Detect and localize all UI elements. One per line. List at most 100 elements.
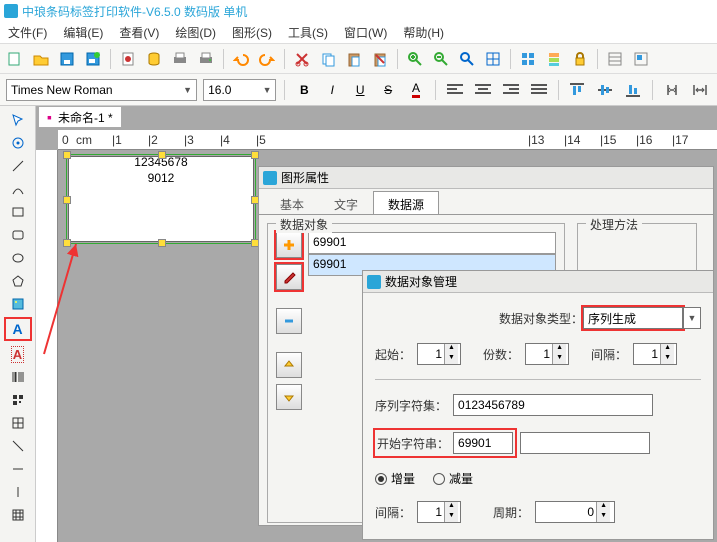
menu-tool[interactable]: 工具(S) xyxy=(280,24,336,41)
resize-handle[interactable] xyxy=(63,196,71,204)
selection-box[interactable]: 12345678 9012 xyxy=(66,154,256,244)
rect-tool[interactable] xyxy=(7,202,29,222)
valign-mid-button[interactable] xyxy=(594,79,616,101)
increment-radio[interactable]: 增量 xyxy=(375,470,415,487)
align-button[interactable] xyxy=(517,48,539,70)
pointer-tool[interactable] xyxy=(7,110,29,130)
copies-spin[interactable]: ▲▼ xyxy=(525,343,569,365)
hline-tool[interactable] xyxy=(7,459,29,479)
tab-text[interactable]: 文字 xyxy=(319,191,373,214)
data-type-dropdown-button[interactable]: ▼ xyxy=(683,307,701,329)
line-tool[interactable] xyxy=(7,156,29,176)
font-family-select[interactable]: Times New Roman ▼ xyxy=(6,79,197,101)
obj-list-button[interactable] xyxy=(604,48,626,70)
move-up-button[interactable] xyxy=(276,352,302,378)
tab-dot-icon: ▪ xyxy=(47,109,52,125)
charset-input[interactable] xyxy=(453,394,653,416)
process-legend: 处理方法 xyxy=(586,216,642,233)
align-center-button[interactable] xyxy=(472,79,494,101)
undo-button[interactable] xyxy=(230,48,252,70)
data-type-label: 数据对象类型： xyxy=(499,310,583,327)
line2-tool[interactable] xyxy=(7,436,29,456)
print-button[interactable] xyxy=(195,48,217,70)
document-tab[interactable]: ▪ 未命名-1 * xyxy=(38,106,122,128)
zoom-out-button[interactable] xyxy=(430,48,452,70)
tab-basic[interactable]: 基本 xyxy=(265,191,319,214)
resize-handle[interactable] xyxy=(251,151,259,159)
list-item[interactable]: 69901 xyxy=(308,232,556,254)
data-type-combo[interactable]: 序列生成 xyxy=(583,307,683,329)
barcode-tool[interactable] xyxy=(7,367,29,387)
font-color-button[interactable]: A xyxy=(405,79,427,101)
gap-spin[interactable]: ▲▼ xyxy=(633,343,677,365)
startstr-extra-input[interactable] xyxy=(520,432,650,454)
valign-top-button[interactable] xyxy=(567,79,589,101)
interval-spin[interactable]: ▲▼ xyxy=(417,501,461,523)
resize-handle[interactable] xyxy=(158,239,166,247)
menu-edit[interactable]: 编辑(E) xyxy=(55,24,111,41)
align-left-button[interactable] xyxy=(444,79,466,101)
canvas-text-object[interactable]: 12345678 9012 xyxy=(67,155,255,186)
delete-button[interactable] xyxy=(369,48,391,70)
print-preview-button[interactable] xyxy=(169,48,191,70)
lock-button[interactable] xyxy=(569,48,591,70)
startstr-input[interactable] xyxy=(453,432,513,454)
paste-button[interactable] xyxy=(343,48,365,70)
redo-button[interactable] xyxy=(256,48,278,70)
align-right-button[interactable] xyxy=(500,79,522,101)
new-button[interactable] xyxy=(4,48,26,70)
resize-handle[interactable] xyxy=(63,151,71,159)
curve-tool[interactable] xyxy=(7,179,29,199)
add-data-button[interactable] xyxy=(276,232,302,258)
resize-handle[interactable] xyxy=(158,151,166,159)
data-object-manager-dialog: 数据对象管理 数据对象类型： 序列生成 ▼ 起始： ▲▼ 份数： ▲▼ 间隔： … xyxy=(362,270,714,540)
edit-data-button[interactable] xyxy=(276,264,302,290)
grid-tool[interactable] xyxy=(7,505,29,525)
italic-button[interactable]: I xyxy=(321,79,343,101)
underline-button[interactable]: U xyxy=(349,79,371,101)
zoom-sel-button[interactable] xyxy=(482,48,504,70)
db-button[interactable] xyxy=(143,48,165,70)
spacing-wide-button[interactable] xyxy=(689,79,711,101)
save-button[interactable] xyxy=(56,48,78,70)
period-spin[interactable]: ▲▼ xyxy=(535,501,615,523)
menu-draw[interactable]: 绘图(D) xyxy=(167,24,224,41)
main-toolbar xyxy=(0,44,717,74)
tab-datasource[interactable]: 数据源 xyxy=(373,191,439,214)
menu-help[interactable]: 帮助(H) xyxy=(395,24,452,41)
zoom-fit-button[interactable] xyxy=(456,48,478,70)
zoom-in-button[interactable] xyxy=(404,48,426,70)
open-button[interactable] xyxy=(30,48,52,70)
app-logo-icon xyxy=(4,4,18,18)
table-tool[interactable] xyxy=(7,413,29,433)
move-down-button[interactable] xyxy=(276,384,302,410)
align-justify-button[interactable] xyxy=(528,79,550,101)
saveas-button[interactable] xyxy=(82,48,104,70)
remove-data-button[interactable] xyxy=(276,308,302,334)
doc-settings-button[interactable] xyxy=(117,48,139,70)
target-tool[interactable] xyxy=(7,133,29,153)
bold-button[interactable]: B xyxy=(293,79,315,101)
menubar: 文件(F) 编辑(E) 查看(V) 绘图(D) 图形(S) 工具(S) 窗口(W… xyxy=(0,22,717,44)
dialog-header[interactable]: 数据对象管理 xyxy=(363,271,713,293)
menu-view[interactable]: 查看(V) xyxy=(111,24,167,41)
menu-shape[interactable]: 图形(S) xyxy=(224,24,280,41)
font-size-select[interactable]: 16.0 ▼ xyxy=(203,79,276,101)
decrement-radio[interactable]: 减量 xyxy=(433,470,473,487)
menu-window[interactable]: 窗口(W) xyxy=(336,24,395,41)
panel-header[interactable]: 图形属性 xyxy=(259,167,713,189)
start-spin[interactable]: ▲▼ xyxy=(417,343,461,365)
strike-button[interactable]: S xyxy=(377,79,399,101)
charset-label: 序列字符集： xyxy=(375,397,447,414)
spacing-narrow-button[interactable] xyxy=(661,79,683,101)
copy-button[interactable] xyxy=(317,48,339,70)
navigator-button[interactable] xyxy=(630,48,652,70)
valign-bottom-button[interactable] xyxy=(622,79,644,101)
cut-button[interactable] xyxy=(291,48,313,70)
menu-file[interactable]: 文件(F) xyxy=(0,24,55,41)
period-label: 周期： xyxy=(493,504,529,521)
qrcode-tool[interactable] xyxy=(7,390,29,410)
vline-tool[interactable] xyxy=(7,482,29,502)
layers-button[interactable] xyxy=(543,48,565,70)
dropdown-icon: ▼ xyxy=(183,85,192,95)
